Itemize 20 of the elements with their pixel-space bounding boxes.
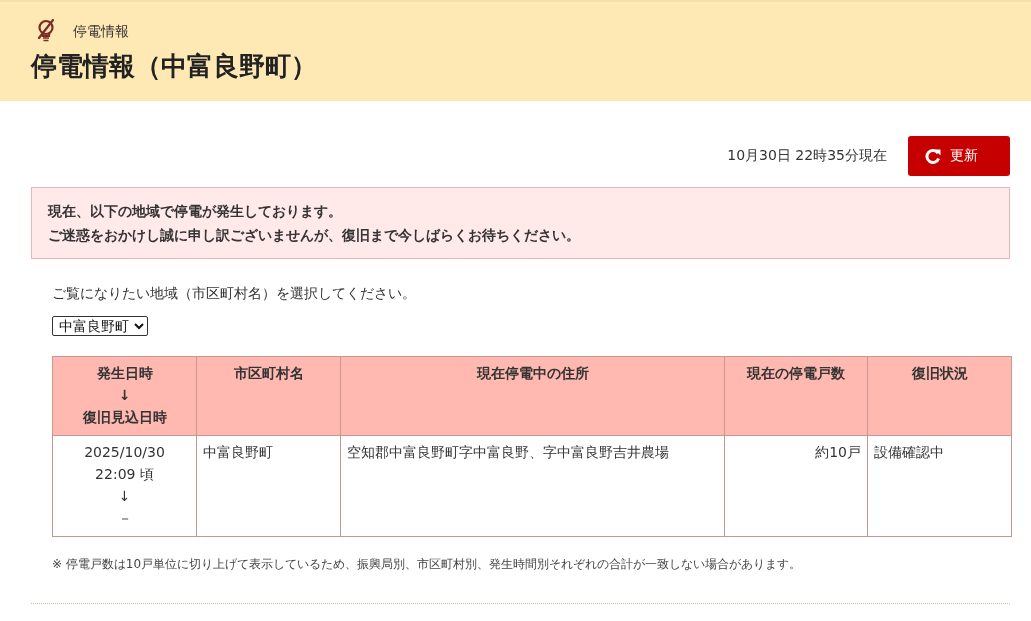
column-header: 現在の停電戸数 bbox=[724, 356, 868, 436]
outage-notice: 現在、以下の地域で停電が発生しております。 ご迷惑をおかけし誠に申し訳ございませんが、復旧まで今しばらくお待ちください。 bbox=[31, 187, 1010, 259]
breadcrumb-text: 停電情報 bbox=[73, 22, 129, 41]
column-header: 現在停電中の住所 bbox=[340, 356, 725, 436]
footnote-text: ※ 停電戸数は10戸単位に切り上げて表示しているため、振興局別、市区町村別、発生時間別それぞれの合計が一致しない場合があります。 bbox=[52, 556, 802, 573]
column-header: 復旧状況 bbox=[867, 356, 1012, 436]
area-select[interactable]: 中富良野町 bbox=[52, 316, 148, 336]
column-header: 市区町村名 bbox=[196, 356, 341, 436]
refresh-button[interactable]: 更新 bbox=[908, 136, 1010, 176]
table-cell: 2025/10/30 22:09 頃 ↓ － bbox=[52, 435, 197, 537]
table-cell: 空知郡中富良野町字中富良野、字中富良野吉井農場 bbox=[340, 435, 725, 537]
update-timestamp: 10月30日 22時35分現在 bbox=[727, 147, 887, 165]
table-cell: 約10戸 bbox=[724, 435, 868, 537]
crossed-lightbulb-icon bbox=[36, 19, 56, 43]
column-header: 発生日時 ↓ 復旧見込日時 bbox=[52, 356, 197, 436]
refresh-icon bbox=[925, 148, 941, 164]
instruction-text: ご覧になりたい地域（市区町村名）を選択してください。 bbox=[52, 284, 416, 303]
table-cell: 設備確認中 bbox=[867, 435, 1012, 537]
page-title: 停電情報（中富良野町） bbox=[31, 50, 317, 83]
table-cell: 中富良野町 bbox=[196, 435, 341, 537]
